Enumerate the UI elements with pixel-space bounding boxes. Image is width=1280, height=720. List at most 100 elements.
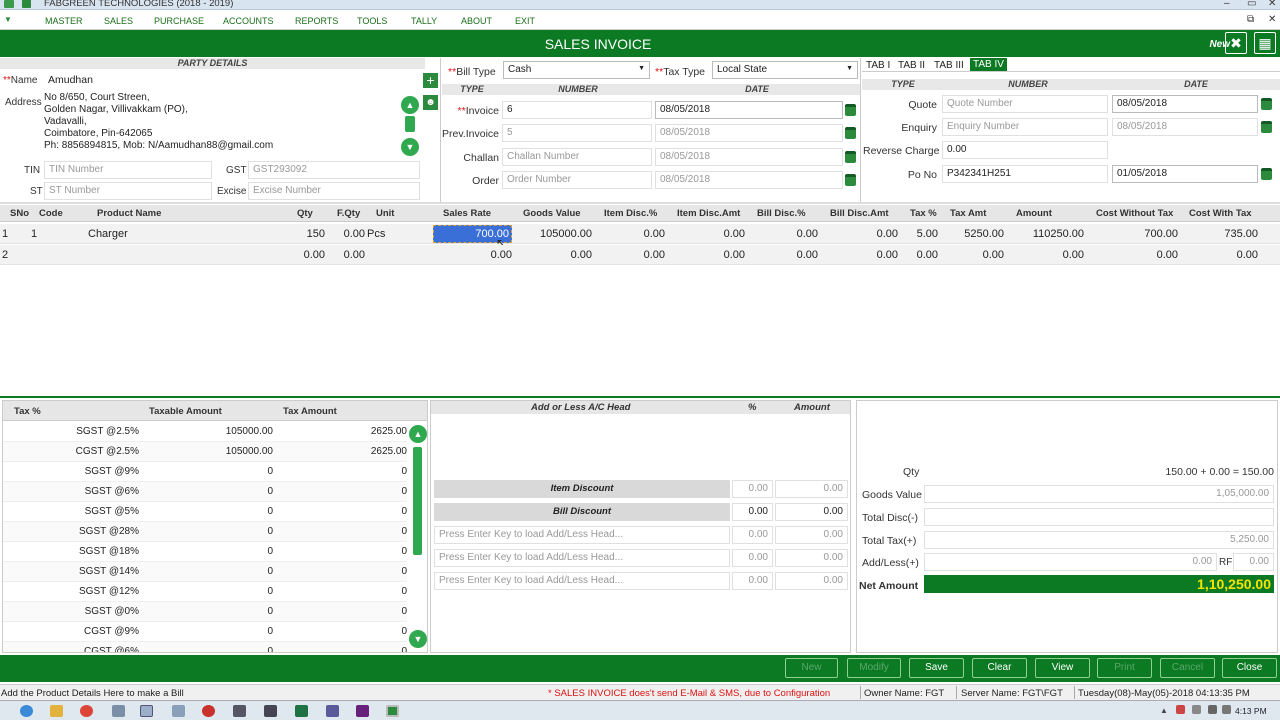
cell-bill-disc-amt[interactable]: 0.00 <box>821 228 898 240</box>
clear-button[interactable]: Clear <box>972 658 1027 678</box>
minimize-icon[interactable]: – <box>1224 0 1230 9</box>
add-less-head-input[interactable]: Press Enter Key to load Add/Less Head... <box>434 526 730 544</box>
menu-exit[interactable]: EXIT <box>515 16 535 26</box>
enquiry-number-input[interactable]: Enquiry Number <box>942 118 1108 136</box>
cell-tax-pct[interactable]: 0.00 <box>901 249 938 261</box>
calculator-icon[interactable]: ▦ <box>1254 32 1276 54</box>
add-less-amount-input[interactable]: 0.00 <box>775 526 848 544</box>
cell-fqty[interactable]: 0.00 <box>330 228 365 240</box>
calendar-icon[interactable] <box>845 151 856 163</box>
add-less-amount-input[interactable]: 0.00 <box>775 549 848 567</box>
app-icon[interactable] <box>326 705 339 717</box>
table-row[interactable]: 2 0.00 0.00 0.00 0.00 0.00 0.00 0.00 0.0… <box>0 245 1280 265</box>
cell-bill-disc-pct[interactable]: 0.00 <box>748 228 818 240</box>
party-profile-icon[interactable]: ☻ <box>423 95 438 110</box>
bill-discount-amount[interactable]: 0.00 <box>775 503 848 521</box>
tax-scroll-down-icon[interactable]: ▼ <box>409 630 427 648</box>
print-button[interactable]: Print <box>1097 658 1152 678</box>
cell-item-disc-pct[interactable]: 0.00 <box>595 249 665 261</box>
tab-ii[interactable]: TAB II <box>898 60 925 71</box>
menu-purchase[interactable]: PURCHASE <box>154 16 204 26</box>
address-scroll-up-icon[interactable]: ▲ <box>401 96 419 114</box>
tin-input[interactable]: TIN Number <box>44 161 212 179</box>
menu-dropdown-icon[interactable]: ▼ <box>4 15 12 24</box>
add-less-amount-input[interactable]: 0.00 <box>775 572 848 590</box>
st-input[interactable]: ST Number <box>44 182 212 200</box>
challan-number-input[interactable]: Challan Number <box>502 148 652 166</box>
party-name-field[interactable]: Amudhan <box>44 72 422 90</box>
app-icon[interactable] <box>172 705 185 717</box>
view-button[interactable]: View <box>1035 658 1090 678</box>
fabgreen-app-icon[interactable] <box>386 705 399 717</box>
tray-chevron-icon[interactable]: ▲ <box>1160 706 1168 715</box>
app-icon[interactable] <box>264 705 277 717</box>
tax-scroll-up-icon[interactable]: ▲ <box>409 425 427 443</box>
menu-sales[interactable]: SALES <box>104 16 133 26</box>
menu-tally[interactable]: TALLY <box>411 16 437 26</box>
save-button[interactable]: Save <box>909 658 964 678</box>
new-button[interactable]: New <box>785 658 838 678</box>
address-scroll-down-icon[interactable]: ▼ <box>401 138 419 156</box>
prev-invoice-date-input[interactable]: 08/05/2018 <box>655 124 843 142</box>
excel-icon[interactable] <box>295 705 308 717</box>
bill-type-select[interactable]: Cash ▼ <box>503 61 650 79</box>
order-number-input[interactable]: Order Number <box>502 171 652 189</box>
add-less-pct-input[interactable]: 0.00 <box>732 572 773 590</box>
cell-unit[interactable]: Pcs <box>367 228 385 240</box>
chrome-icon[interactable] <box>80 705 93 717</box>
network-icon[interactable] <box>1208 705 1217 714</box>
enquiry-date-input[interactable]: 08/05/2018 <box>1112 118 1258 136</box>
menu-accounts[interactable]: ACCOUNTS <box>223 16 274 26</box>
menu-master[interactable]: MASTER <box>45 16 83 26</box>
reverse-charge-input[interactable]: 0.00 <box>942 141 1108 159</box>
challan-date-input[interactable]: 08/05/2018 <box>655 148 843 166</box>
menu-tools[interactable]: TOOLS <box>357 16 387 26</box>
menu-about[interactable]: ABOUT <box>461 16 492 26</box>
calendar-icon[interactable] <box>1261 121 1272 133</box>
cancel-button[interactable]: Cancel <box>1160 658 1215 678</box>
calendar-icon[interactable] <box>1261 98 1272 110</box>
ie-icon[interactable] <box>20 705 33 717</box>
quote-number-input[interactable]: Quote Number <box>942 95 1108 113</box>
address-scroll-thumb[interactable] <box>405 116 415 132</box>
modify-button[interactable]: Modify <box>847 658 901 678</box>
cell-product-name[interactable]: Charger <box>88 228 128 240</box>
gst-input[interactable]: GST293092 <box>248 161 420 179</box>
bill-discount-pct[interactable]: 0.00 <box>732 503 773 521</box>
add-less-pct-input[interactable]: 0.00 <box>732 526 773 544</box>
tray-icon[interactable] <box>1192 705 1201 714</box>
cell-fqty[interactable]: 0.00 <box>330 249 365 261</box>
calendar-icon[interactable] <box>845 127 856 139</box>
prev-invoice-input[interactable]: 5 <box>502 124 652 142</box>
address-field[interactable]: No 8/650, Court Streen, Golden Nagar, Vi… <box>44 92 396 152</box>
app-icon[interactable] <box>112 705 125 717</box>
add-less-head-input[interactable]: Press Enter Key to load Add/Less Head... <box>434 549 730 567</box>
app-icon[interactable] <box>233 705 246 717</box>
menu-reports[interactable]: REPORTS <box>295 16 338 26</box>
add-party-icon[interactable]: + <box>423 73 438 88</box>
tab-iv[interactable]: TAB IV <box>970 58 1007 71</box>
quote-date-input[interactable]: 08/05/2018 <box>1112 95 1258 113</box>
cell-qty[interactable]: 150 <box>280 228 325 240</box>
app-icon[interactable] <box>140 705 153 717</box>
calendar-icon[interactable] <box>845 174 856 186</box>
volume-icon[interactable] <box>1222 705 1231 714</box>
cell-sales-rate[interactable]: 0.00 <box>433 249 512 261</box>
cell-bill-disc-amt[interactable]: 0.00 <box>821 249 898 261</box>
add-less-pct-input[interactable]: 0.00 <box>732 549 773 567</box>
mdi-close-icon[interactable]: ✕ <box>1268 14 1276 25</box>
cell-item-disc-amt[interactable]: 0.00 <box>668 249 745 261</box>
excise-input[interactable]: Excise Number <box>248 182 420 200</box>
mdi-restore-icon[interactable]: ⧉ <box>1247 14 1254 25</box>
tools-icon[interactable]: ✖ <box>1225 32 1247 54</box>
tax-scroll-thumb[interactable] <box>413 447 422 555</box>
table-row[interactable]: 1 1 Charger 150 0.00 Pcs 700.00 105000.0… <box>0 224 1280 244</box>
tray-icon[interactable] <box>1176 705 1185 714</box>
po-number-input[interactable]: P342341H251 <box>942 165 1108 183</box>
folder-icon[interactable] <box>50 705 63 717</box>
tab-i[interactable]: TAB I <box>866 60 890 71</box>
cell-tax-pct[interactable]: 5.00 <box>901 228 938 240</box>
invoice-number-input[interactable]: 6 <box>502 101 652 119</box>
opera-icon[interactable] <box>202 705 215 717</box>
add-less-head-input[interactable]: Press Enter Key to load Add/Less Head... <box>434 572 730 590</box>
